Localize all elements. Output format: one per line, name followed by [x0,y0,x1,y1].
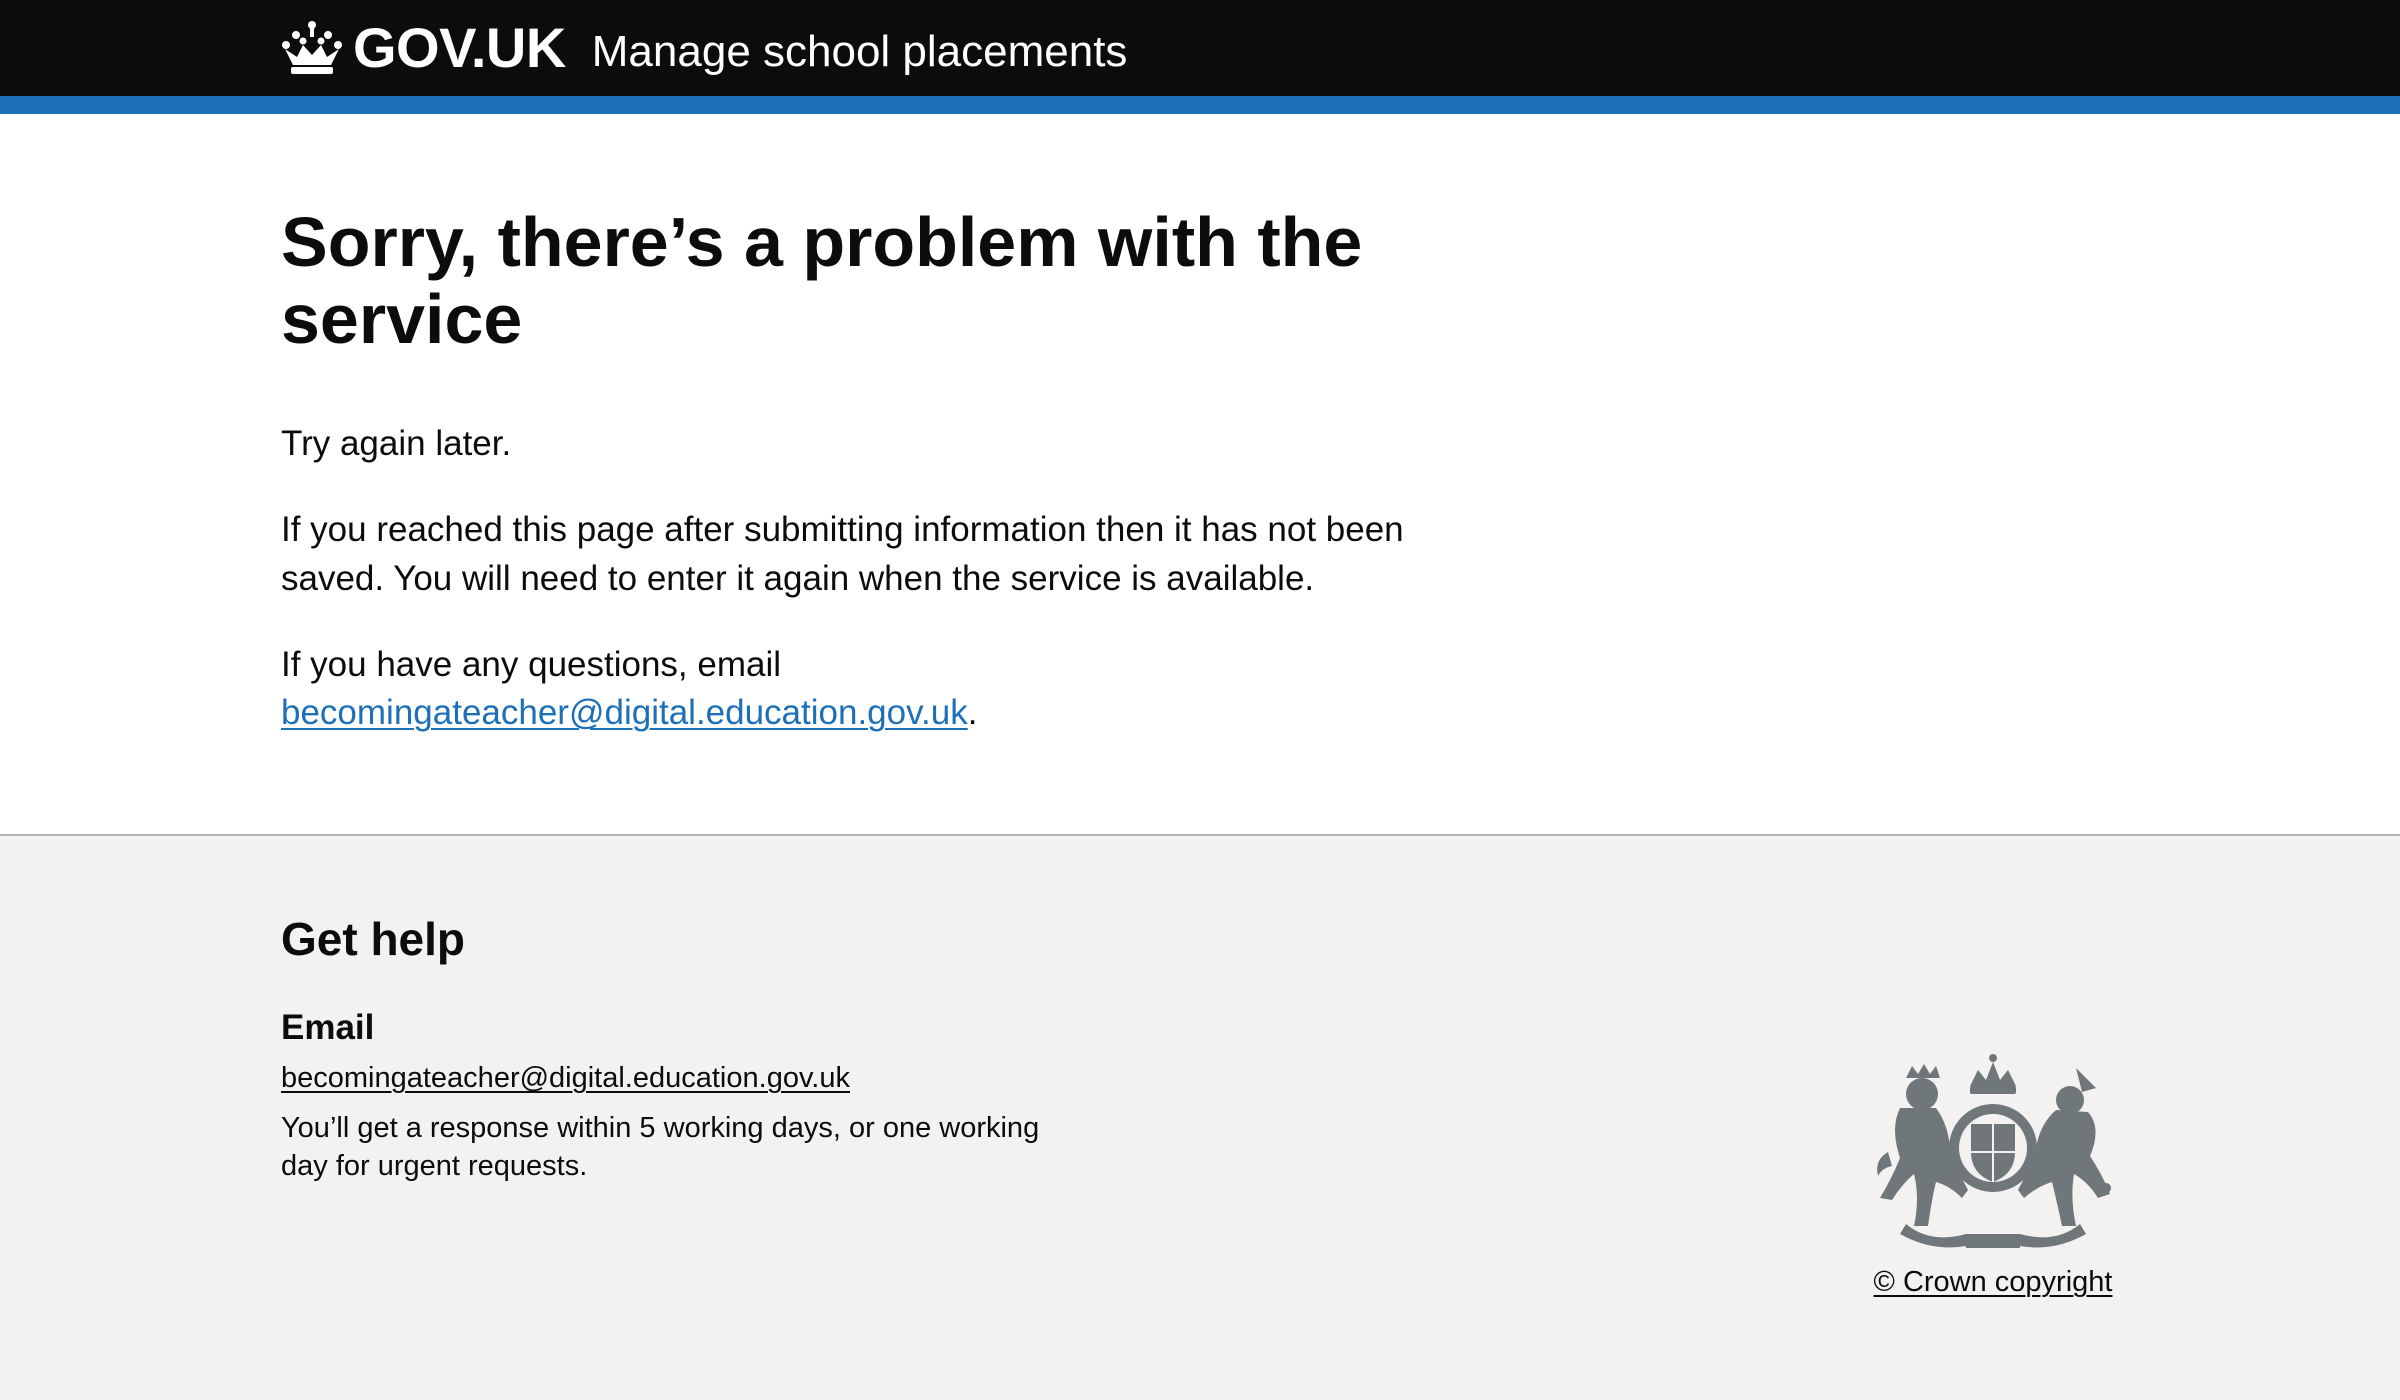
main-content: Sorry, there’s a problem with the servic… [0,114,2400,834]
footer-meta: © Crown copyright [1866,1048,2120,1299]
get-help-heading: Get help [281,913,466,965]
header-container: GOV.UK Manage school placements [281,0,1127,96]
service-name-link[interactable]: Manage school placements [592,30,1128,74]
footer-email-link[interactable]: becomingateacher@digital.education.gov.u… [281,1062,850,1095]
govuk-logo-text: GOV.UK [353,16,566,79]
questions-suffix: . [967,693,978,733]
questions-prefix: If you have any questions, email [281,644,782,684]
email-heading: Email [281,1008,375,1047]
site-header: GOV.UK Manage school placements [0,0,2400,96]
govuk-logo-link[interactable]: GOV.UK [281,19,566,77]
site-footer: Get help Email becomingateacher@digital.… [0,834,2400,1400]
page-title: Sorry, there’s a problem with the servic… [281,203,1363,358]
get-help-section: Get help Email becomingateacher@digital.… [281,912,1101,1186]
crown-icon [281,19,343,77]
royal-coat-of-arms-icon [1866,1048,2120,1248]
not-saved-text: If you reached this page after submittin… [281,510,1404,598]
header-accent-bar [0,96,2400,114]
contact-email-link[interactable]: becomingateacher@digital.education.gov.u… [281,693,968,732]
response-time-note: You’ll get a response within 5 working d… [281,1112,1040,1183]
questions-text: If you have any questions, email becomin… [281,641,1461,738]
try-again-text: Try again later. [281,424,512,463]
content-column: Sorry, there’s a problem with the servic… [281,204,1461,775]
crown-copyright-link[interactable]: © Crown copyright [1874,1266,2113,1299]
